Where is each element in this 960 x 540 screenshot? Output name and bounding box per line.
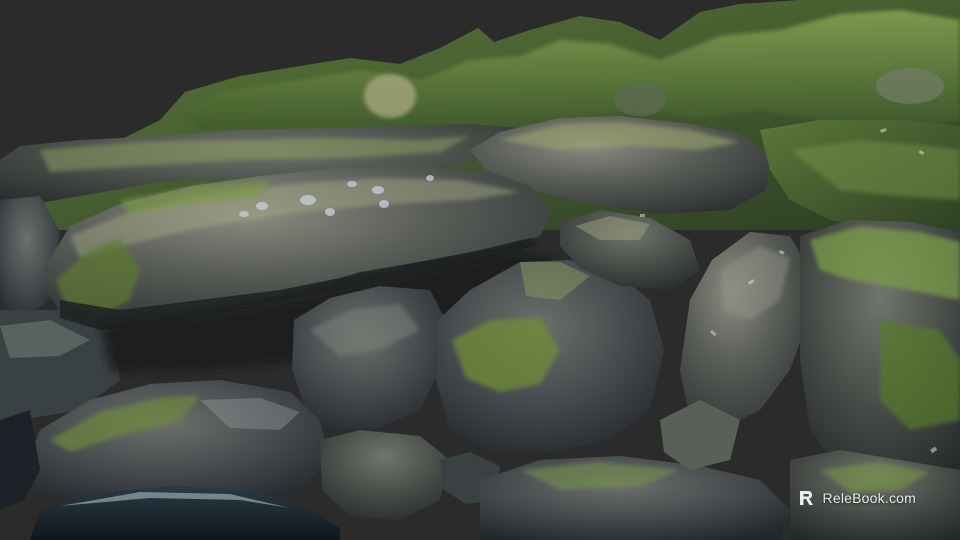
rock-scan-scene: ReleBook.com bbox=[0, 0, 960, 540]
watermark: ReleBook.com bbox=[797, 488, 916, 508]
rock-scan-image bbox=[0, 0, 960, 540]
relebook-logo-icon bbox=[799, 491, 813, 505]
watermark-text: ReleBook.com bbox=[822, 490, 916, 506]
